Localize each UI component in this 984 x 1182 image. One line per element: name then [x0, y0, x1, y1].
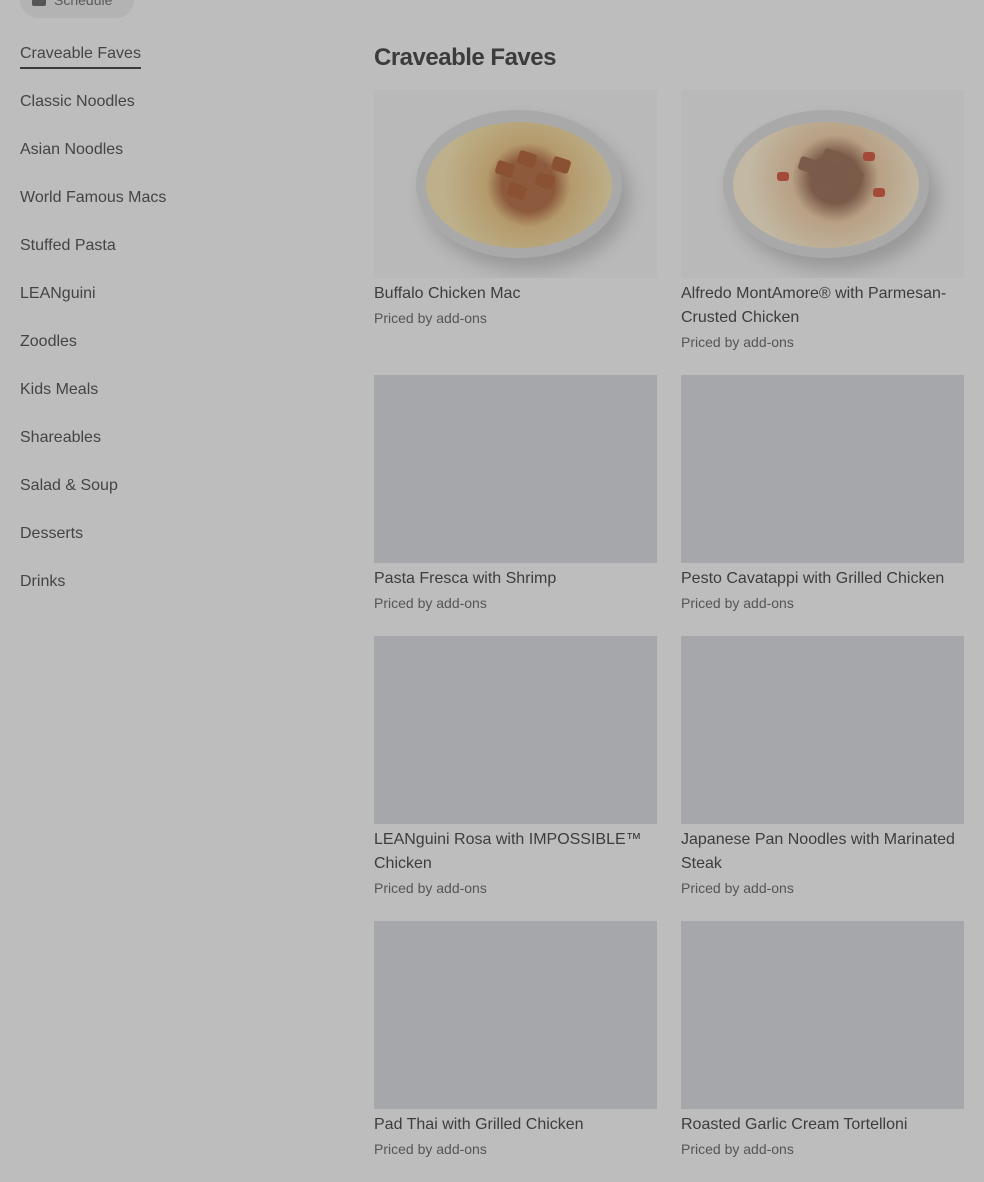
- sidebar-item-kids-meals[interactable]: Kids Meals: [20, 378, 320, 426]
- menu-item-name: Roasted Garlic Cream Tortelloni: [681, 1116, 908, 1133]
- menu-item-image-placeholder: [374, 636, 657, 824]
- menu-item-card[interactable]: LEANguini Rosa with IMPOSSIBLE™ Chicken …: [374, 636, 657, 897]
- schedule-button[interactable]: Schedule: [20, 0, 134, 18]
- menu-item-price: Priced by add-ons: [681, 880, 794, 896]
- sidebar-item-leanguini[interactable]: LEANguini: [20, 282, 320, 330]
- menu-item-image-placeholder: [374, 921, 657, 1109]
- menu-item-card[interactable]: Pesto Cavatappi with Grilled Chicken Pri…: [681, 375, 964, 612]
- menu-item-image-placeholder: [374, 375, 657, 563]
- menu-item-name: Japanese Pan Noodles with Marinated Stea…: [681, 831, 955, 872]
- menu-item-name: LEANguini Rosa with IMPOSSIBLE™ Chicken: [374, 831, 642, 872]
- menu-item-name: Alfredo MontAmore® with Parmesan-Crusted…: [681, 285, 947, 326]
- menu-item-price: Priced by add-ons: [681, 334, 794, 350]
- sidebar-item-classic-noodles[interactable]: Classic Noodles: [20, 90, 320, 138]
- category-sidebar: Craveable Faves Classic Noodles Asian No…: [20, 42, 320, 618]
- menu-item-name: Buffalo Chicken Mac: [374, 285, 521, 302]
- menu-item-image: [374, 90, 657, 278]
- menu-item-card[interactable]: Pasta Fresca with Shrimp Priced by add-o…: [374, 375, 657, 612]
- sidebar-item-shareables[interactable]: Shareables: [20, 426, 320, 474]
- menu-item-name: Pasta Fresca with Shrimp: [374, 570, 557, 587]
- sidebar-item-zoodles[interactable]: Zoodles: [20, 330, 320, 378]
- menu-item-card[interactable]: Buffalo Chicken Mac Priced by add-ons: [374, 90, 657, 327]
- section-title: Craveable Faves: [374, 44, 556, 71]
- calendar-icon: [32, 0, 46, 6]
- menu-item-price: Priced by add-ons: [374, 310, 487, 326]
- menu-item-card[interactable]: Roasted Garlic Cream Tortelloni Priced b…: [681, 921, 964, 1158]
- menu-item-name: Pesto Cavatappi with Grilled Chicken: [681, 570, 945, 587]
- menu-item-name: Pad Thai with Grilled Chicken: [374, 1116, 584, 1133]
- sidebar-item-world-famous-macs[interactable]: World Famous Macs: [20, 186, 320, 234]
- menu-item-card[interactable]: Pad Thai with Grilled Chicken Priced by …: [374, 921, 657, 1158]
- menu-section: Craveable Faves: [374, 42, 964, 74]
- menu-item-price: Priced by add-ons: [374, 595, 487, 611]
- menu-item-image-placeholder: [681, 636, 964, 824]
- menu-item-card[interactable]: Alfredo MontAmore® with Parmesan-Crusted…: [681, 90, 964, 351]
- sidebar-item-salad-soup[interactable]: Salad & Soup: [20, 474, 320, 522]
- menu-item-price: Priced by add-ons: [374, 1141, 487, 1157]
- menu-item-image-placeholder: [681, 375, 964, 563]
- sidebar-item-desserts[interactable]: Desserts: [20, 522, 320, 570]
- menu-item-price: Priced by add-ons: [374, 880, 487, 896]
- menu-item-image-placeholder: [681, 921, 964, 1109]
- sidebar-item-craveable-faves[interactable]: Craveable Faves: [20, 42, 320, 90]
- menu-item-card[interactable]: Japanese Pan Noodles with Marinated Stea…: [681, 636, 964, 897]
- menu-item-price: Priced by add-ons: [681, 1141, 794, 1157]
- sidebar-item-asian-noodles[interactable]: Asian Noodles: [20, 138, 320, 186]
- schedule-label: Schedule: [54, 0, 113, 8]
- menu-item-image: [681, 90, 964, 278]
- sidebar-item-stuffed-pasta[interactable]: Stuffed Pasta: [20, 234, 320, 282]
- menu-item-price: Priced by add-ons: [681, 595, 794, 611]
- sidebar-item-drinks[interactable]: Drinks: [20, 570, 320, 618]
